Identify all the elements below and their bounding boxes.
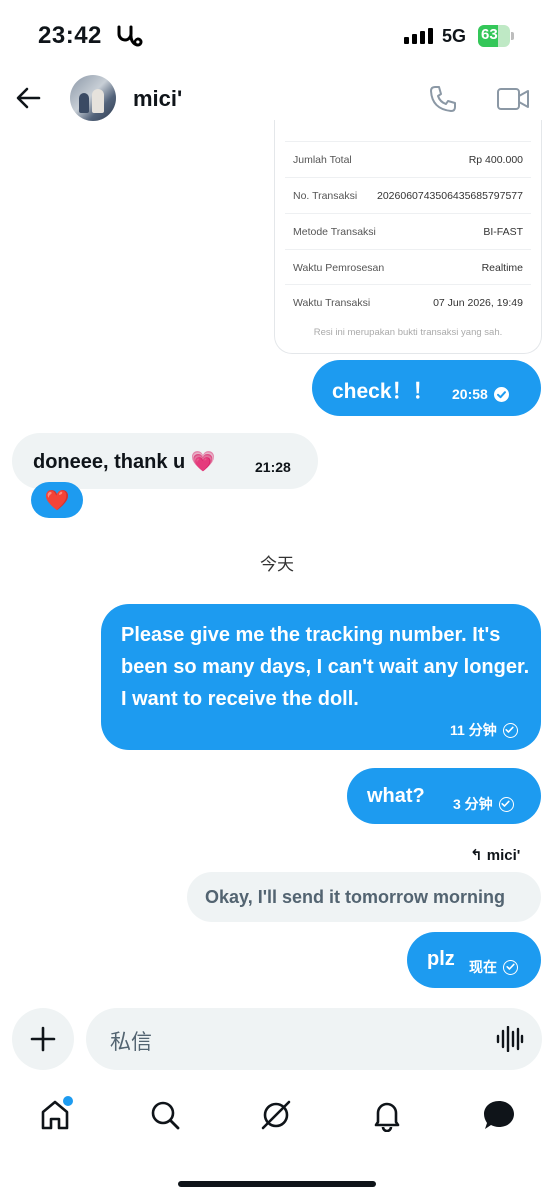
message-meta: 11 分钟 [450,720,518,740]
plus-icon [30,1026,56,1052]
avatar[interactable] [70,75,116,121]
receipt-label: Waktu Pemrosesan [293,261,385,274]
message-bubble-sent[interactable]: Please give me the tracking number. It's… [101,604,541,750]
message-bubble-received[interactable]: doneee, thank u 💗 21:28 [12,433,318,489]
message-time: 21:28 [255,459,291,475]
message-time: 现在 [469,959,497,975]
receipt-image[interactable]: Jumlah Total Rp 400.000 No. Transaksi 2026… [274,120,542,354]
day-separator: 今天 [260,555,294,574]
receipt-row: Metode Transaksi BI-FAST [285,213,531,249]
message-meta: 20:58 [452,386,509,402]
message-meta: 现在 [469,957,518,977]
message-text: doneee, thank u 💗 [33,451,216,473]
receipt-row: Jumlah Total Rp 400.000 [285,141,531,177]
receipt-value: 07 Jun 2026, 19:49 [433,296,523,309]
message-text: Please give me the tracking number. It's… [121,624,530,710]
message-text: check！！ [332,380,434,403]
message-time: 20:58 [452,386,488,402]
message-text: what? [367,785,425,807]
home-notification-dot [61,1094,75,1108]
receipt-value: BI-FAST [483,225,523,238]
sent-check-icon [502,722,518,738]
sent-check-icon [498,796,514,812]
receipt-value: 20260607435064356857975​77 [377,189,523,202]
receipt-footer: Resi ini merupakan bukti transaksi yang … [313,327,503,338]
message-bubble-sent[interactable]: check！！ 20:58 [312,360,541,416]
receipt-row: No. Transaksi 20260607435064356857975​77 [285,177,531,213]
message-time: 3 分钟 [453,796,493,812]
home-indicator [178,1181,376,1187]
video-call-icon[interactable] [496,86,530,117]
sent-check-icon [503,959,518,975]
receipt-row: Waktu Pemrosesan Realtime [285,249,531,285]
read-check-icon [493,386,509,402]
quoted-message[interactable]: Okay, I'll send it tomorrow morning [187,872,541,922]
battery-icon: 63 [478,25,514,47]
message-input[interactable]: 私信 [86,1008,542,1070]
reply-to-name: mici' [486,847,521,864]
receipt-label: Jumlah Total [293,153,352,166]
notifications-icon[interactable] [370,1098,404,1137]
stethoscope-icon [116,24,144,53]
status-time: 23:42 [38,22,102,49]
add-attachment-button[interactable] [12,1008,74,1070]
battery-level: 63 [481,26,498,43]
message-text: plz [427,948,455,970]
signal-icon [404,28,433,44]
reply-arrow-icon: ↰ [470,847,483,864]
message-time: 11 分钟 [450,722,497,738]
receipt-row: Waktu Transaksi 07 Jun 2026, 19:49 [285,284,531,320]
conversation-title[interactable]: mici' [133,86,182,112]
receipt-value: Realtime [481,261,523,274]
message-meta: 3 分钟 [453,794,514,814]
message-input-placeholder: 私信 [110,1031,152,1054]
heart-reaction[interactable]: ❤️ [31,482,83,518]
search-icon[interactable] [148,1098,182,1137]
message-bubble-sent[interactable]: what? 3 分钟 [347,768,541,824]
back-arrow-icon[interactable] [14,84,42,117]
receipt-label: No. Transaksi [293,189,358,202]
network-type: 5G [442,26,467,46]
phone-icon[interactable] [428,84,458,119]
voice-message-icon[interactable] [496,1025,524,1057]
grok-icon[interactable] [259,1098,293,1137]
receipt-label: Metode Transaksi [293,225,376,238]
reply-indicator: ↰ mici' [470,846,520,864]
message-text: Okay, I'll send it tomorrow morning [205,887,505,907]
message-bubble-sent[interactable]: plz 现在 [407,932,541,988]
receipt-label: Waktu Transaksi [293,296,371,309]
receipt-value: Rp 400.000 [468,153,523,166]
messages-icon[interactable] [481,1098,517,1137]
